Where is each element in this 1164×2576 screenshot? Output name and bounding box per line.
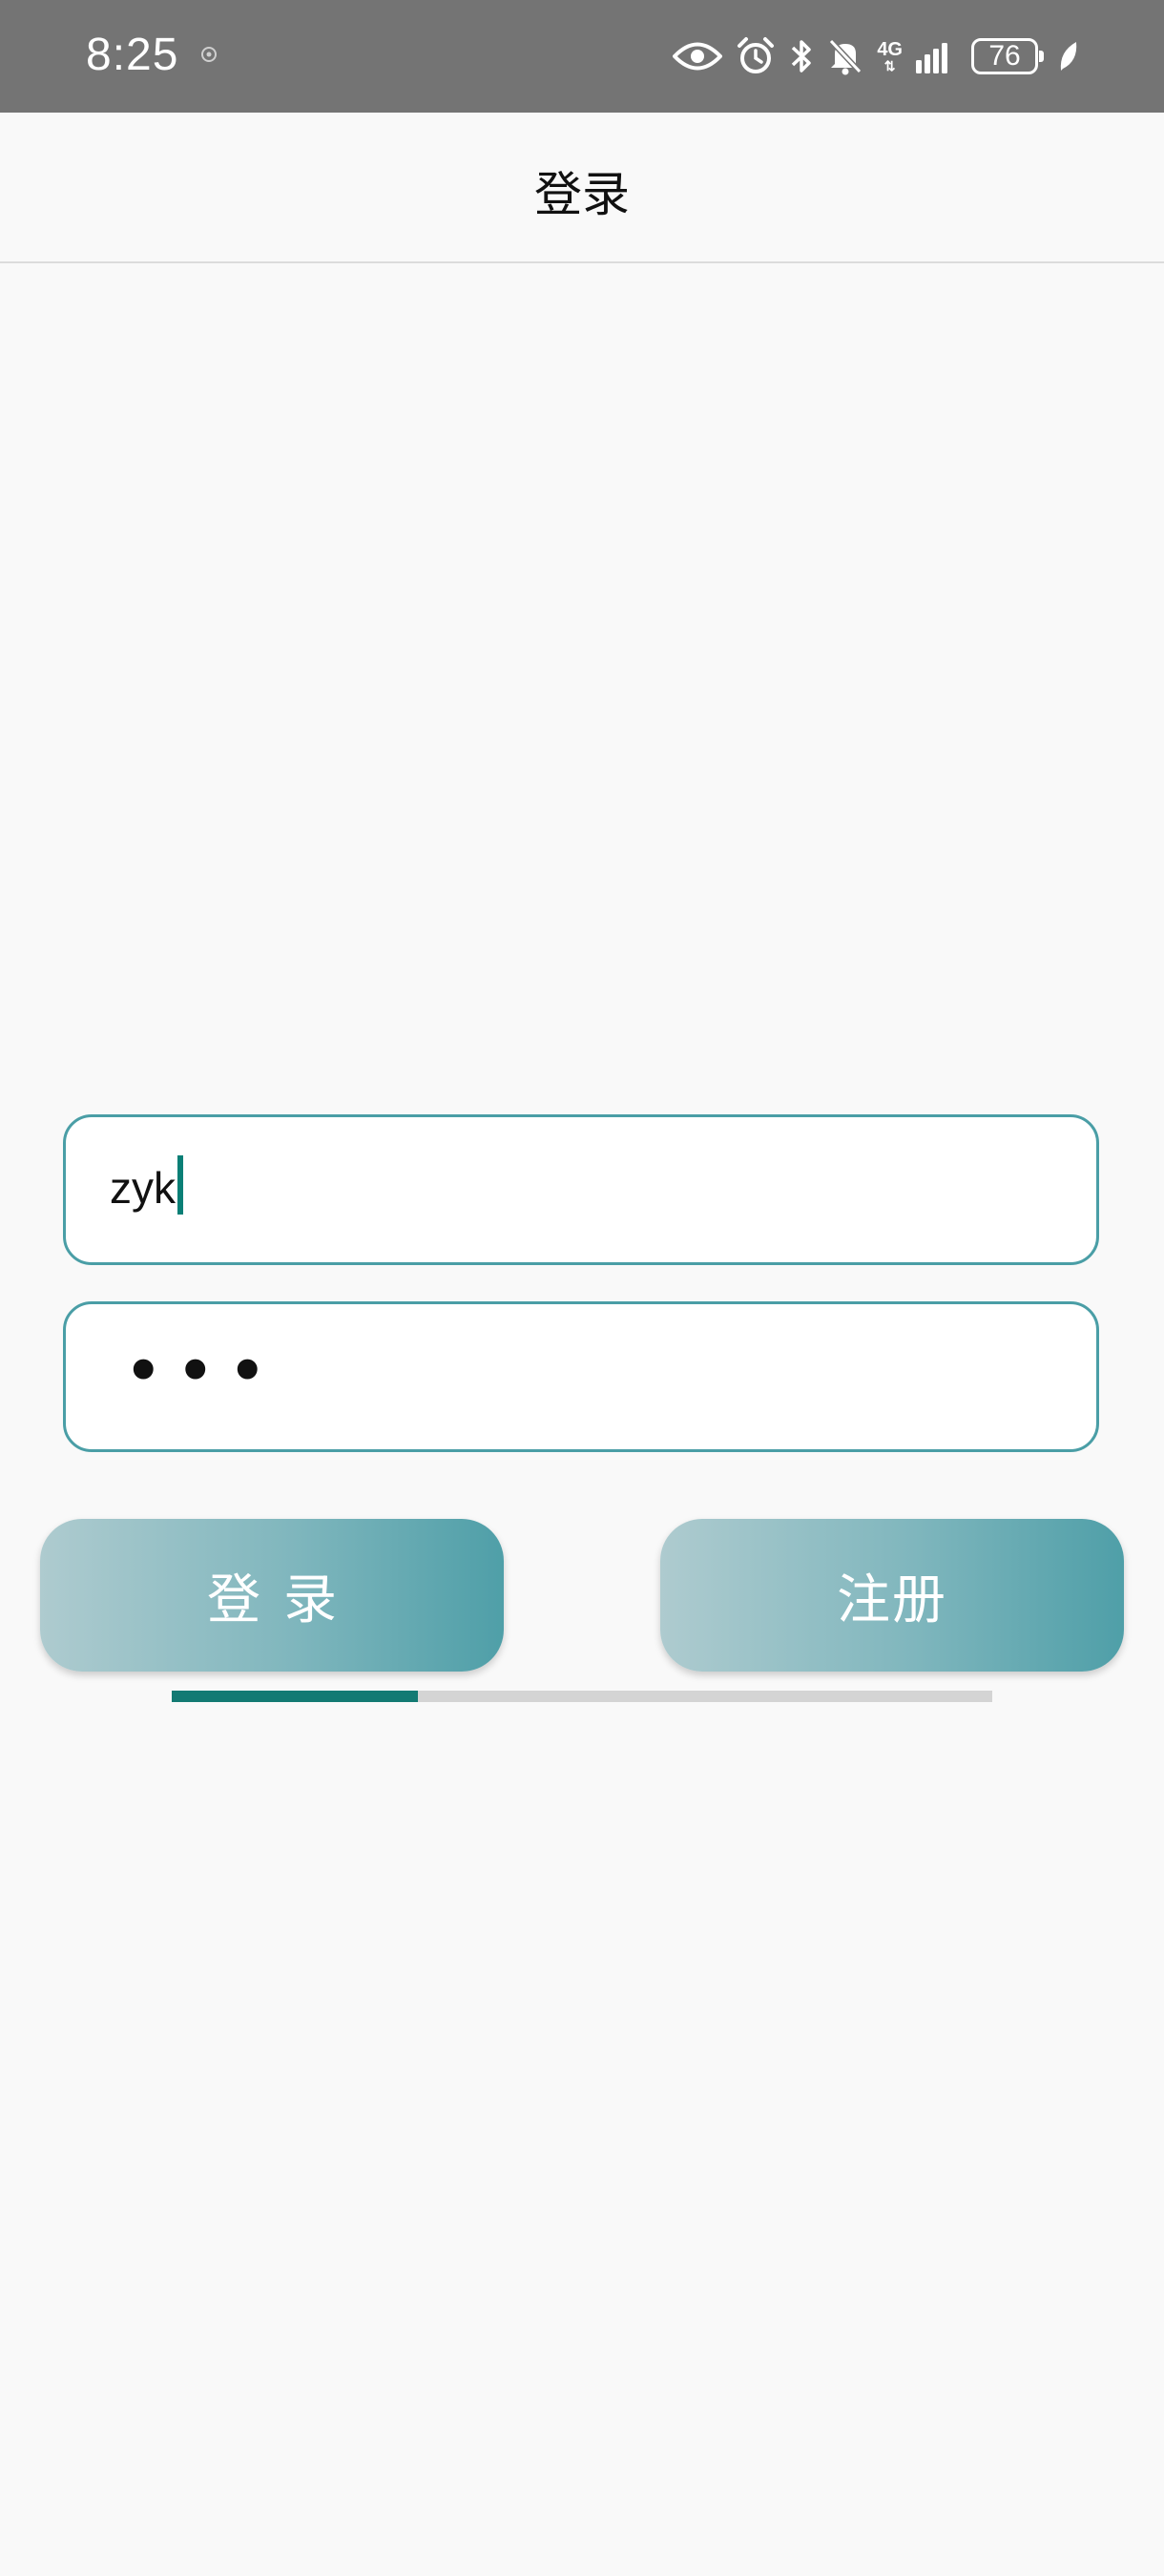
eye-icon bbox=[673, 37, 723, 75]
mute-icon bbox=[827, 37, 863, 75]
status-icons: 4G ⇅ 76 bbox=[673, 34, 1078, 78]
network-type-label: 4G bbox=[877, 39, 903, 60]
signal-icon bbox=[916, 37, 954, 75]
progress-fill bbox=[172, 1691, 418, 1702]
status-time: 8:25 bbox=[86, 30, 179, 80]
network-type: 4G ⇅ bbox=[877, 37, 903, 75]
username-value-wrapper: zyk bbox=[110, 1155, 183, 1215]
app-bar: 登录 bbox=[0, 113, 1164, 263]
text-cursor bbox=[177, 1155, 183, 1215]
leaf-icon bbox=[1057, 37, 1078, 75]
battery-level: 76 bbox=[988, 40, 1021, 72]
alarm-icon bbox=[736, 37, 776, 75]
page-title: 登录 bbox=[534, 167, 630, 222]
data-arrows-icon: ⇅ bbox=[883, 58, 896, 73]
username-value: zyk bbox=[110, 1163, 176, 1213]
password-masked-value: ••• bbox=[123, 1331, 280, 1411]
login-button[interactable]: 登录 bbox=[40, 1519, 504, 1672]
screen-record-icon bbox=[198, 44, 219, 65]
username-input[interactable]: zyk bbox=[63, 1114, 1099, 1265]
password-input[interactable]: ••• bbox=[63, 1301, 1099, 1452]
battery-icon: 76 bbox=[971, 38, 1044, 74]
status-bar: 8:25 4G ⇅ 76 bbox=[0, 0, 1164, 113]
progress-bar bbox=[172, 1691, 992, 1702]
bluetooth-icon bbox=[789, 37, 814, 75]
register-button[interactable]: 注册 bbox=[660, 1519, 1124, 1672]
